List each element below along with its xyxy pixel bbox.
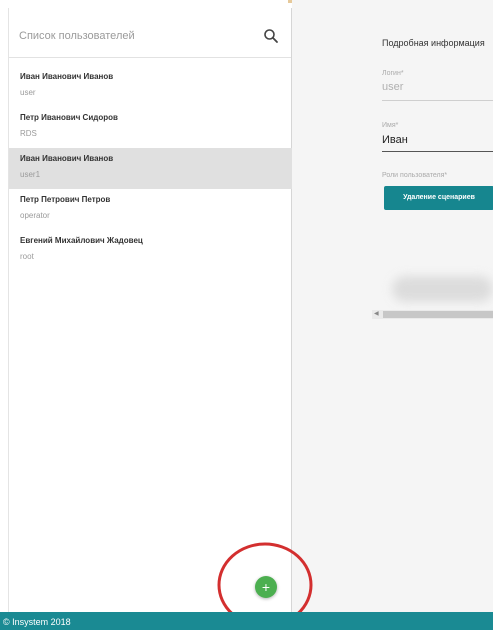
copyright-text: © Insystem 2018 xyxy=(3,617,71,627)
user-name: Петр Иванович Сидоров xyxy=(20,113,118,122)
user-login: RDS xyxy=(20,129,37,138)
user-name: Евгений Михайлович Жадовец xyxy=(20,236,143,245)
login-field-underline xyxy=(382,100,493,101)
user-list-title: Список пользователей xyxy=(19,30,135,42)
blurred-region xyxy=(392,276,493,302)
roles-label: Роли пользователя* xyxy=(382,172,448,179)
user-list-item[interactable]: Петр Иванович Сидоров RDS xyxy=(9,107,292,148)
user-login: user xyxy=(20,88,36,97)
user-details-panel: Подробная информация Логин* user Имя* Ив… xyxy=(292,0,493,612)
user-login: user1 xyxy=(20,170,41,179)
role-chip-delete-scenarios[interactable]: Удаление сценариев xyxy=(384,186,493,210)
horizontal-scrollbar[interactable]: ◀ xyxy=(372,310,493,319)
user-name: Петр Петрович Петров xyxy=(20,195,111,204)
login-label: Логин* xyxy=(382,70,404,77)
name-field-underline xyxy=(382,151,493,152)
user-list-item[interactable]: Иван Иванович Иванов user xyxy=(9,66,292,107)
user-list-item-selected[interactable]: Иван Иванович Иванов user1 xyxy=(9,148,292,189)
user-login: root xyxy=(20,252,34,261)
user-list-header: Список пользователей xyxy=(9,8,291,58)
login-field: user xyxy=(382,81,404,93)
name-label: Имя* xyxy=(382,122,399,129)
user-list-item[interactable]: Петр Петрович Петров operator xyxy=(9,189,292,230)
scrollbar-thumb[interactable] xyxy=(383,311,493,318)
user-name: Иван Иванович Иванов xyxy=(20,154,114,163)
name-field[interactable]: Иван xyxy=(382,134,408,146)
user-list-panel: Список пользователей Иван Иванович Ивано… xyxy=(8,8,292,612)
user-name: Иван Иванович Иванов xyxy=(20,72,114,81)
details-title: Подробная информация xyxy=(382,38,485,48)
user-login: operator xyxy=(20,211,50,220)
footer: © Insystem 2018 xyxy=(0,612,493,630)
search-icon[interactable] xyxy=(263,28,279,44)
user-list-item[interactable]: Евгений Михайлович Жадовец root xyxy=(9,230,292,271)
add-user-button[interactable]: + xyxy=(255,576,277,598)
user-list: Иван Иванович Иванов user Петр Иванович … xyxy=(9,66,292,271)
scroll-left-arrow-icon[interactable]: ◀ xyxy=(374,311,379,318)
